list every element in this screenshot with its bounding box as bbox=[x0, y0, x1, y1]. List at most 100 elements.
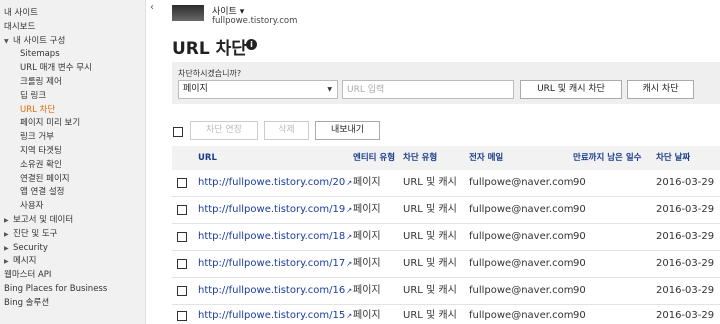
block-date-cell: 2016-03-29 bbox=[656, 204, 715, 215]
block-date-cell: 2016-03-29 bbox=[656, 310, 715, 321]
days-remaining-cell: 90 bbox=[573, 285, 586, 296]
blocked-url-link[interactable]: http://fullpowe.tistory.com/17 bbox=[198, 258, 345, 269]
info-icon[interactable]: i bbox=[246, 39, 257, 50]
extend-block-button[interactable]: 차단 연장 bbox=[190, 121, 258, 140]
block-type-cell: URL 및 캐시 bbox=[403, 204, 457, 215]
days-remaining-cell: 90 bbox=[573, 177, 586, 188]
block-type-cell: URL 및 캐시 bbox=[403, 231, 457, 242]
export-button[interactable]: 내보내기 bbox=[315, 121, 380, 140]
block-type-cell: URL 및 캐시 bbox=[403, 177, 457, 188]
sidebar-item-앱-연결-설정[interactable]: 앱 연결 설정 bbox=[20, 186, 65, 198]
blocked-url-link[interactable]: http://fullpowe.tistory.com/19 bbox=[198, 204, 345, 215]
collapsed-arrow-icon: ▶ bbox=[4, 217, 9, 224]
table-header: URL 엔티티 유형 차단 유형 전자 메일 만료까지 남은 일수 차단 날짜 bbox=[172, 146, 720, 170]
blocked-url-link[interactable]: http://fullpowe.tistory.com/20 bbox=[198, 177, 345, 188]
sidebar-item-label: 대시보드 bbox=[4, 21, 36, 32]
sidebar-item-소유권-확인[interactable]: 소유권 확인 bbox=[20, 159, 62, 171]
sidebar-item-label: 연결된 페이지 bbox=[20, 173, 70, 184]
block-url-panel: 차단하시겠습니까? 페이지 ▼ URL 및 캐시 차단 캐시 차단 bbox=[172, 62, 720, 104]
row-checkbox[interactable] bbox=[177, 178, 187, 188]
block-url-and-cache-button[interactable]: URL 및 캐시 차단 bbox=[520, 80, 622, 99]
block-date-cell: 2016-03-29 bbox=[656, 285, 715, 296]
sidebar-item-label: URL 매개 변수 무시 bbox=[20, 63, 92, 74]
row-checkbox[interactable] bbox=[177, 311, 187, 321]
sidebar-item-label: 소유권 확인 bbox=[20, 159, 62, 170]
external-link-icon[interactable]: ↗ bbox=[346, 206, 352, 214]
sidebar-item-링크-거부[interactable]: 링크 거부 bbox=[20, 131, 54, 143]
sidebar-item-security[interactable]: ▶ Security bbox=[4, 242, 48, 255]
sidebar-item-지역-타겟팅[interactable]: 지역 타겟팅 bbox=[20, 145, 62, 157]
entity-type-cell: 페이지 bbox=[353, 258, 381, 269]
entity-type-cell: 페이지 bbox=[353, 204, 381, 215]
block-question-label: 차단하시겠습니까? bbox=[178, 69, 242, 78]
blocked-url-link[interactable]: http://fullpowe.tistory.com/15 bbox=[198, 310, 345, 321]
column-header-days-remaining[interactable]: 만료까지 남은 일수 bbox=[573, 146, 641, 170]
select-all-checkbox[interactable] bbox=[173, 127, 183, 137]
collapsed-arrow-icon: ▶ bbox=[4, 244, 9, 252]
sidebar-item-sitemaps[interactable]: Sitemaps bbox=[20, 48, 60, 60]
table-row: http://fullpowe.tistory.com/19↗ 페이지 URL … bbox=[172, 197, 720, 224]
row-checkbox[interactable] bbox=[177, 259, 187, 269]
blocked-url-link[interactable]: http://fullpowe.tistory.com/18 bbox=[198, 231, 345, 242]
site-thumbnail bbox=[172, 5, 204, 21]
sidebar-item-페이지-미리-보기[interactable]: 페이지 미리 보기 bbox=[20, 117, 80, 129]
column-header-entity-type[interactable]: 엔티티 유형 bbox=[353, 146, 395, 170]
external-link-icon[interactable]: ↗ bbox=[346, 179, 352, 187]
email-cell: fullpowe@naver.com bbox=[469, 177, 574, 188]
sidebar-item-bing-솔루션[interactable]: Bing 솔루션 bbox=[4, 297, 49, 309]
column-header-email[interactable]: 전자 메일 bbox=[469, 146, 503, 170]
external-link-icon[interactable]: ↗ bbox=[346, 260, 352, 268]
delete-button[interactable]: 삭제 bbox=[264, 121, 309, 140]
sidebar-item-bing-places-for-business[interactable]: Bing Places for Business bbox=[4, 283, 107, 295]
url-input[interactable] bbox=[342, 80, 514, 99]
block-cache-button[interactable]: 캐시 차단 bbox=[627, 80, 694, 99]
sidebar-item-label: 크롤링 제어 bbox=[20, 77, 62, 87]
external-link-icon[interactable]: ↗ bbox=[346, 287, 352, 295]
sidebar-item-연결된-페이지[interactable]: 연결된 페이지 bbox=[20, 173, 70, 185]
sidebar-item-진단-및-도구[interactable]: ▶ 진단 및 도구 bbox=[4, 228, 58, 241]
sidebar-item-label: Bing 솔루션 bbox=[4, 297, 50, 308]
sidebar-item-보고서-및-데이터[interactable]: ▶ 보고서 및 데이터 bbox=[4, 214, 73, 227]
days-remaining-cell: 90 bbox=[573, 258, 586, 269]
sidebar-item-내-사이트-구성[interactable]: ▼ 내 사이트 구성 bbox=[4, 35, 65, 48]
external-link-icon[interactable]: ↗ bbox=[346, 312, 352, 320]
sidebar-item-대시보드[interactable]: 대시보드 bbox=[4, 21, 35, 33]
block-type-cell: URL 및 캐시 bbox=[403, 310, 457, 321]
sidebar-item-label: 내 사이트 구성 bbox=[13, 35, 66, 46]
row-checkbox[interactable] bbox=[177, 286, 187, 296]
email-cell: fullpowe@naver.com bbox=[469, 204, 574, 215]
chevron-down-icon: ▼ bbox=[327, 86, 332, 93]
email-cell: fullpowe@naver.com bbox=[469, 310, 574, 321]
column-header-url[interactable]: URL bbox=[198, 146, 217, 170]
blocked-url-link[interactable]: http://fullpowe.tistory.com/16 bbox=[198, 285, 345, 296]
sidebar-item-label: 링크 거부 bbox=[20, 132, 54, 143]
sidebar-item-메시지[interactable]: ▶ 메시지 bbox=[4, 255, 36, 268]
block-type-select[interactable]: 페이지 ▼ bbox=[178, 80, 338, 99]
expanded-arrow-icon: ▼ bbox=[4, 37, 9, 45]
block-type-cell: URL 및 캐시 bbox=[403, 258, 457, 269]
sidebar-item-딥-링크[interactable]: 딥 링크 bbox=[20, 90, 46, 102]
sidebar-item-label: 내 사이트 bbox=[4, 8, 38, 18]
sidebar-item-label: 메시지 bbox=[13, 256, 37, 267]
external-link-icon[interactable]: ↗ bbox=[346, 233, 352, 241]
site-url: fullpowe.tistory.com bbox=[212, 16, 298, 26]
block-date-cell: 2016-03-29 bbox=[656, 231, 715, 242]
sidebar-item-내-사이트[interactable]: 내 사이트 bbox=[4, 7, 38, 19]
column-header-block-date[interactable]: 차단 날짜 bbox=[656, 146, 690, 170]
email-cell: fullpowe@naver.com bbox=[469, 285, 574, 296]
sidebar-collapse-icon[interactable]: ‹ bbox=[146, 0, 158, 16]
collapsed-arrow-icon: ▶ bbox=[4, 230, 9, 238]
sidebar-item-label: 사용자 bbox=[20, 201, 44, 212]
block-type-cell: URL 및 캐시 bbox=[403, 285, 457, 296]
sidebar-item-웹마스터-api[interactable]: 웹마스터 API bbox=[4, 269, 51, 281]
sidebar-item-label: Sitemaps bbox=[20, 49, 60, 60]
sidebar-item-url-매개-변수-무시[interactable]: URL 매개 변수 무시 bbox=[20, 62, 92, 74]
entity-type-cell: 페이지 bbox=[353, 231, 381, 242]
row-checkbox[interactable] bbox=[177, 232, 187, 242]
sidebar-item-사용자[interactable]: 사용자 bbox=[20, 200, 43, 212]
row-checkbox[interactable] bbox=[177, 205, 187, 215]
sidebar-item-url-차단[interactable]: URL 차단 bbox=[20, 104, 55, 116]
column-header-block-type[interactable]: 차단 유형 bbox=[403, 146, 437, 170]
page-title: URL 차단 bbox=[172, 39, 247, 59]
sidebar-item-크롤링-제어[interactable]: 크롤링 제어 bbox=[20, 76, 62, 88]
